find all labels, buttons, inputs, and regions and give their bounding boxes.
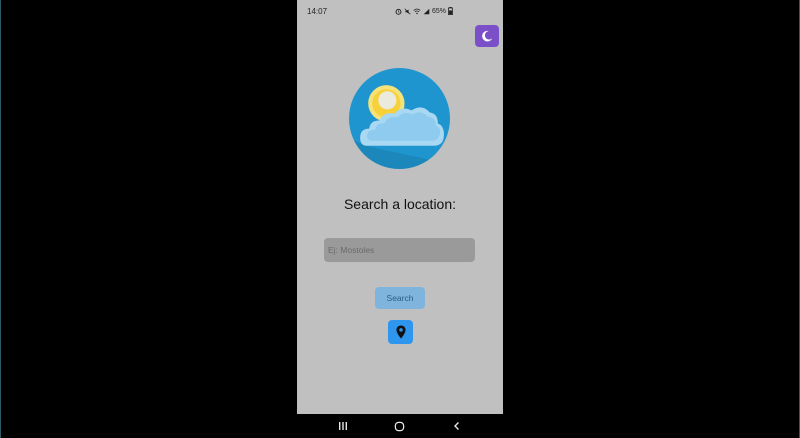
android-navigation-bar	[297, 414, 503, 438]
wifi-icon	[413, 8, 421, 14]
alarm-icon	[395, 8, 402, 15]
moon-icon	[482, 30, 493, 42]
battery-percent: 65%	[431, 7, 446, 15]
weather-logo	[349, 68, 450, 169]
recents-icon	[339, 422, 347, 430]
phone-screen: 14:07 65% Search a location: Ej: Mostole…	[297, 0, 503, 414]
geolocation-button[interactable]	[388, 320, 413, 344]
recents-button[interactable]	[337, 420, 349, 432]
status-icons: 65%	[395, 7, 453, 15]
home-button[interactable]	[393, 420, 405, 432]
screen-capture: 14:07 65% Search a location: Ej: Mostole…	[0, 0, 800, 438]
home-icon	[394, 421, 404, 431]
location-pin-icon	[395, 325, 406, 339]
battery-icon	[448, 7, 453, 15]
location-search-input[interactable]	[324, 238, 475, 262]
back-button[interactable]	[451, 420, 463, 432]
search-prompt: Search a location:	[343, 196, 457, 212]
status-bar: 14:07 65%	[297, 0, 503, 22]
signal-icon	[423, 8, 430, 14]
window-edge-left	[0, 0, 1, 438]
sun-cloud-icon	[349, 68, 450, 169]
theme-toggle-button[interactable]	[475, 25, 499, 47]
search-button[interactable]: Search	[375, 287, 425, 309]
back-icon	[454, 422, 459, 430]
status-time: 14:07	[307, 7, 328, 16]
mute-icon	[404, 7, 411, 15]
